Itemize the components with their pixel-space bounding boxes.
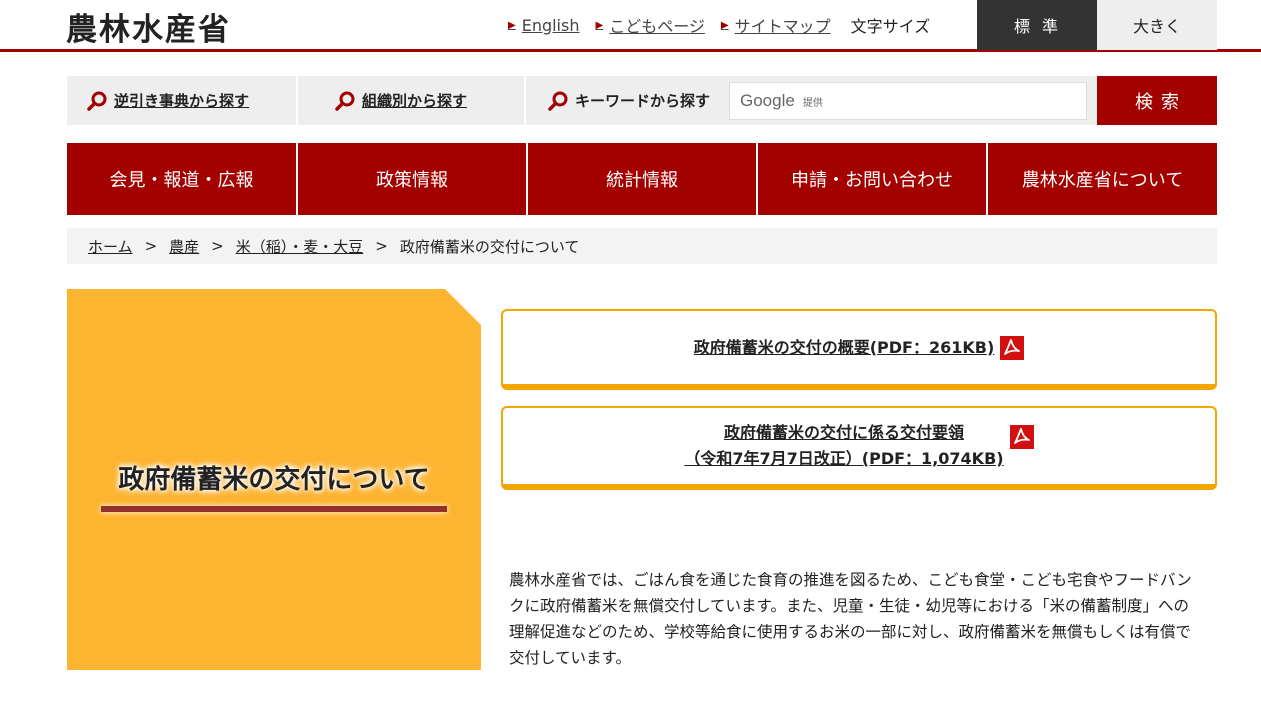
pdf-link-guidelines-label: 政府備蓄米の交付に係る交付要領 （令和7年7月7日改正）(PDF：1,074KB…: [684, 420, 1003, 472]
organization-search-label: 組織別から探す: [362, 92, 468, 110]
utility-links: ▶ English ▶ こどもページ ▶ サイトマップ 文字サイズ: [508, 0, 930, 50]
breadcrumb-separator: >: [211, 237, 224, 255]
reverse-dictionary-search-label: 逆引き事典から探す: [114, 92, 250, 110]
breadcrumb-home[interactable]: ホーム: [88, 236, 133, 257]
search-bar: 逆引き事典から探す 組織別から探す キーワードから探す Google 提供 検索: [67, 76, 1217, 125]
breadcrumb-rice-wheat-soy[interactable]: 米（稲）・麦・大豆: [236, 236, 364, 257]
triangle-bullet-icon: ▶: [595, 19, 604, 31]
pdf-link-overview[interactable]: 政府備蓄米の交付の概要(PDF：261KB): [501, 309, 1217, 390]
organization-search-link[interactable]: 組織別から探す: [298, 76, 524, 125]
link-english[interactable]: ▶ English: [508, 16, 579, 35]
reverse-dictionary-search-link[interactable]: 逆引き事典から探す: [67, 76, 296, 125]
link-english-label: English: [521, 15, 580, 35]
site-header: 農林水産省 ▶ English ▶ こどもページ ▶ サイトマップ 文字サイズ 標準 …: [0, 0, 1261, 52]
magnifier-icon: [548, 91, 568, 111]
keyword-search-label: キーワードから探す: [575, 92, 711, 110]
link-kids-page[interactable]: ▶ こどもページ: [595, 13, 704, 37]
magnifier-icon: [87, 91, 107, 111]
link-sitemap[interactable]: ▶ サイトマップ: [721, 13, 831, 37]
nav-about-ministry[interactable]: 農林水産省について: [988, 143, 1217, 215]
font-size-label: 文字サイズ: [850, 17, 931, 36]
nav-application-contact[interactable]: 申請・お問い合わせ: [758, 143, 988, 215]
search-button[interactable]: 検索: [1097, 76, 1217, 125]
site-logo[interactable]: 農林水産省: [66, 4, 231, 49]
page-title: 政府備蓄米の交付について: [118, 465, 430, 495]
pdf-icon: [1009, 425, 1034, 449]
pdf-link-guidelines[interactable]: 政府備蓄米の交付に係る交付要領 （令和7年7月7日改正）(PDF：1,074KB…: [501, 406, 1217, 490]
breadcrumb-separator: >: [375, 237, 388, 255]
nav-statistics[interactable]: 統計情報: [528, 143, 758, 215]
pdf-icon: [1000, 335, 1025, 360]
page-title-block: 政府備蓄米の交付について: [67, 289, 481, 670]
google-provided-text: 提供: [802, 97, 823, 109]
breadcrumb: ホーム > 農産 > 米（稲）・麦・大豆 > 政府備蓄米の交付について: [67, 228, 1217, 264]
font-size-standard-button[interactable]: 標準: [977, 0, 1097, 50]
pdf-link-guidelines-line2: （令和7年7月7日改正）(PDF：1,074KB): [684, 449, 1004, 468]
breadcrumb-separator: >: [144, 237, 158, 255]
nav-policy[interactable]: 政策情報: [298, 143, 528, 215]
link-kids-page-label: こどもページ: [609, 17, 705, 36]
pdf-link-guidelines-line1: 政府備蓄米の交付に係る交付要領: [723, 423, 964, 442]
magnifier-icon: [335, 91, 355, 111]
pdf-link-overview-label: 政府備蓄米の交付の概要(PDF：261KB): [693, 337, 995, 357]
search-input[interactable]: Google 提供: [729, 82, 1087, 120]
breadcrumb-agriculture[interactable]: 農産: [169, 236, 199, 257]
google-brand-text: Google: [740, 91, 795, 110]
font-size-large-button[interactable]: 大きく: [1097, 0, 1217, 50]
global-nav: 会見・報道・広報 政策情報 統計情報 申請・お問い合わせ 農林水産省について: [67, 143, 1217, 215]
triangle-bullet-icon: ▶: [508, 19, 516, 31]
breadcrumb-current: 政府備蓄米の交付について: [399, 237, 580, 256]
link-sitemap-label: サイトマップ: [734, 17, 831, 36]
page-description: 農林水産省では、ごはん食を通じた食育の推進を図るため、こども食堂・こども宅食やフ…: [509, 571, 1192, 667]
nav-press[interactable]: 会見・報道・広報: [67, 143, 298, 215]
title-underline: [101, 506, 447, 512]
triangle-bullet-icon: ▶: [720, 19, 729, 31]
